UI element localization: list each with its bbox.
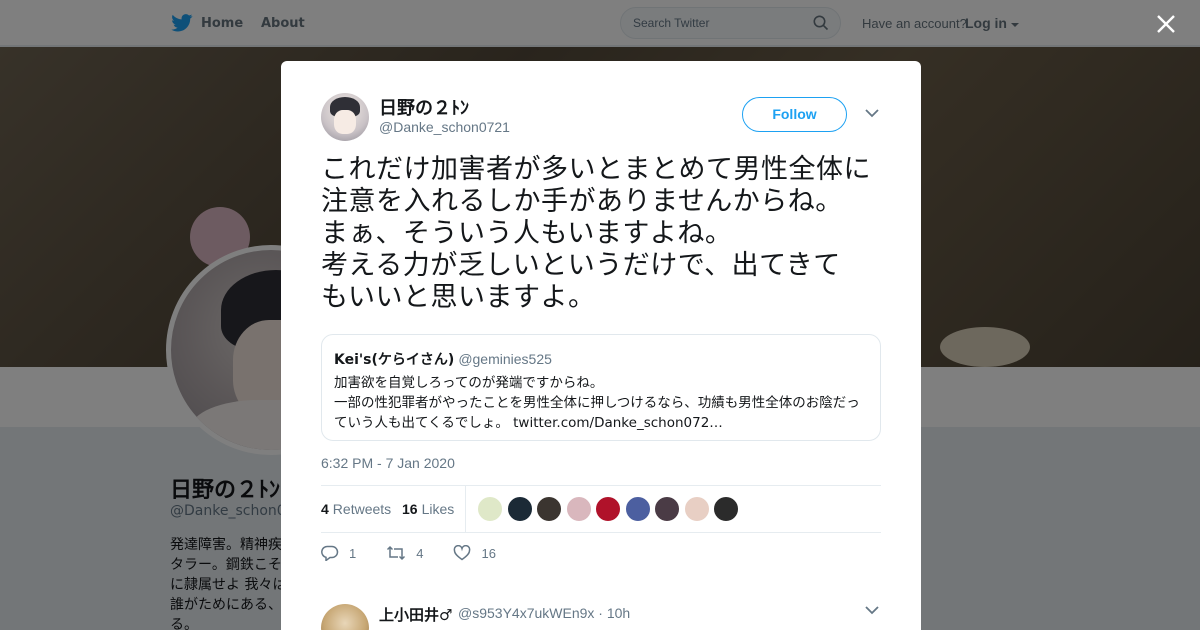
liker-avatars (477, 496, 739, 522)
heart-icon (454, 545, 471, 561)
tweet-timestamp[interactable]: 6:32 PM - 7 Jan 2020 (321, 455, 455, 471)
liker-avatar[interactable] (654, 496, 680, 522)
close-icon[interactable] (1155, 13, 1177, 35)
liker-avatar[interactable] (624, 496, 651, 522)
chevron-down-icon[interactable] (865, 109, 879, 118)
retweets-label: Retweets (332, 501, 392, 517)
quoted-tweet-text: 加害欲を自覚しろってのが発端ですからね。 一部の性犯罪者がやったことを男性全体に… (334, 375, 860, 431)
retweet-icon (387, 545, 406, 561)
likes-count: 16 (402, 501, 418, 517)
display-name[interactable]: 日野の２ﾄﾝ (379, 94, 469, 120)
like-count: 16 (481, 545, 496, 561)
chevron-down-icon[interactable] (865, 606, 879, 615)
liker-avatar[interactable] (536, 496, 562, 522)
reply-button[interactable]: 1 (321, 545, 356, 561)
liker-avatar[interactable] (713, 496, 739, 522)
liker-avatar[interactable] (477, 496, 503, 522)
follow-button[interactable]: Follow (742, 97, 847, 132)
tweet-stats: 4 Retweets 16 Likes (321, 485, 881, 533)
quoted-tweet-handle: @geminies525 (458, 351, 552, 367)
tweet-modal: 日野の２ﾄﾝ @Danke_schon0721 Follow これだけ加害者が多… (281, 61, 921, 630)
tweet-actions: 1 4 16 (321, 545, 526, 561)
retweet-count: 4 (416, 545, 424, 561)
reply-avatar[interactable] (321, 604, 369, 630)
liker-avatar[interactable] (565, 496, 592, 522)
retweet-button[interactable]: 4 (386, 545, 423, 561)
like-button[interactable]: 16 (453, 545, 496, 561)
avatar[interactable] (321, 93, 369, 141)
liker-avatar[interactable] (506, 496, 533, 522)
user-handle[interactable]: @Danke_schon0721 (379, 119, 510, 135)
stats-divider (465, 486, 466, 533)
reply-count: 1 (349, 545, 357, 561)
reply-time[interactable]: · 10h (598, 605, 630, 621)
liker-avatar[interactable] (595, 496, 621, 522)
retweets-count: 4 (321, 501, 329, 517)
quoted-tweet[interactable]: Kei's(ケらイさん) @geminies525 加害欲を自覚しろってのが発端で… (321, 334, 881, 441)
reply-author-name[interactable]: 上小田井♂ (379, 604, 452, 625)
tweet-text: これだけ加害者が多いとまとめて男性全体に 注意を入れるしか手がありませんからね。… (321, 154, 871, 313)
likes-stat[interactable]: 16 Likes (402, 501, 454, 517)
quoted-tweet-author: Kei's(ケらイさん) (334, 352, 455, 368)
retweets-stat[interactable]: 4 Retweets (321, 501, 391, 517)
reply-icon (321, 545, 339, 561)
reply-handle[interactable]: @s953Y4x7ukWEn9x (458, 605, 594, 621)
likes-label: Likes (421, 501, 455, 517)
reply-meta: @s953Y4x7ukWEn9x · 10h (458, 605, 630, 621)
liker-avatar[interactable] (683, 496, 710, 522)
